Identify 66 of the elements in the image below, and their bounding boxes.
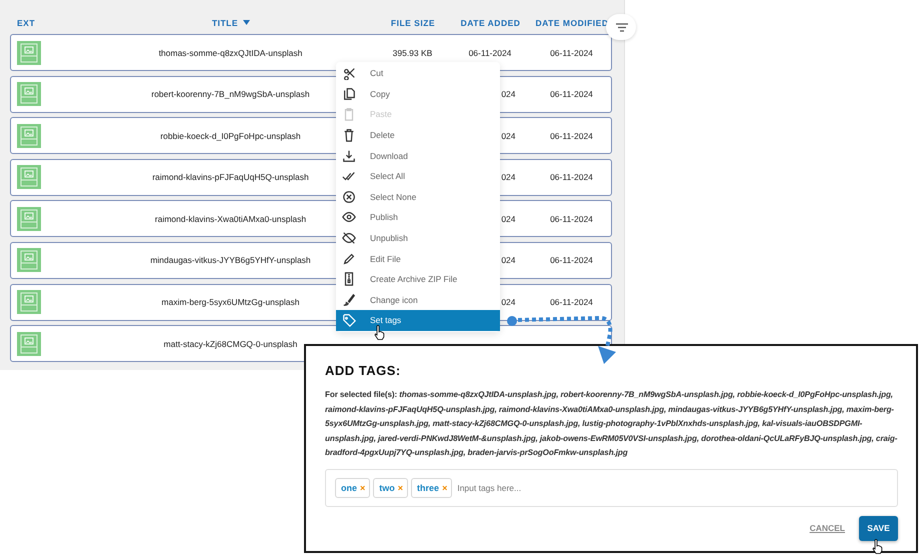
eye-slash-icon <box>342 231 356 246</box>
pencil-icon <box>342 252 356 266</box>
date-added: 06-11-2024 <box>468 48 512 58</box>
file-size: 395.93 KB <box>392 48 432 58</box>
filter-button[interactable] <box>606 14 636 40</box>
menu-item[interactable]: Delete <box>336 124 500 146</box>
date-added: 024 <box>501 297 516 308</box>
image-file-icon <box>16 40 40 64</box>
date-added: 024 <box>501 214 516 224</box>
circle-x-icon <box>342 190 356 204</box>
column-header[interactable]: DATE MODIFIED <box>536 18 608 28</box>
copy-icon <box>342 86 356 101</box>
column-header[interactable]: DATE ADDED <box>460 18 520 28</box>
file-title: maxim-berg-5syx6UMtzGg-unsplash <box>162 297 300 308</box>
download-icon <box>342 148 356 163</box>
file-title: matt-stacy-kZj68CMGQ-0-unsplash <box>164 338 298 349</box>
date-added: 024 <box>501 130 516 141</box>
double-check-icon <box>342 169 356 184</box>
menu-item[interactable]: Change icon <box>336 290 500 310</box>
menu-item[interactable]: Edit File <box>336 248 500 269</box>
file-title: thomas-somme-q8zxQJtIDA-unsplash <box>158 48 302 58</box>
image-file-icon <box>16 124 40 148</box>
file-row[interactable]: thomas-somme-q8zxQJtIDA-unsplash 395.93 KB 06-11-2024 06-11-2024 <box>10 34 612 71</box>
date-modified: 06-11-2024 <box>550 172 593 182</box>
date-added: 024 <box>501 255 516 266</box>
menu-item[interactable]: Select All <box>336 166 500 187</box>
image-file-icon <box>16 290 40 314</box>
eye-icon <box>342 210 356 224</box>
save-button[interactable]: SAVE <box>859 516 898 541</box>
cancel-button[interactable]: CANCEL <box>810 523 845 534</box>
date-added: 024 <box>501 172 516 182</box>
date-modified: 06-11-2024 <box>550 130 593 141</box>
selected-files-text: For selected file(s): thomas-somme-q8zxQJtIDA-unsplash.jpg, robert-koorenny-7B_nM9wgSbA-unsplash.jpg, robbie-koeck-d_I0PgFoHpc-unsplash.jpg, raimond-klavins-pFJFaqUqH5Q-unsplash.jpg, raimond-klavins-Xwa0tiAMxa0-unsplash.jpg, mindaugas-vitkus-JYYB6g5YHfY-unsplash.jpg, maxim-berg-5syx6UMtzGg-unsplash.jpg, matt-stacy-kZj68CMGQ-0-unsplash.jpg, lustig-photography-1vPblXnxhds-unsplash.jpg, kal-visuals-iauOBSDPGMI-unsplash.jpg, jared-verdi-PNKwdJ8WetM-&unsplash.jpg, jakob-owens-EwRM05V0VSI-unsplash.jpg, dorothea-oldani-QcULaRFyBJQ-unsplash.jpg, craig-bradford-4pgxUupj7YQ-unsplash.jpg, braden-jarvis-prSogOoFmkw-unsplash.jpg <box>325 389 898 460</box>
clipboard-icon <box>342 107 356 122</box>
file-title: mindaugas-vitkus-JYYB6g5YHfY-unsplash <box>150 255 311 266</box>
column-header[interactable]: FILE SIZE <box>390 18 436 28</box>
image-file-icon <box>16 165 40 190</box>
file-title: raimond-klavins-pFJFaqUqH5Q-unsplash <box>152 172 309 182</box>
date-modified: 06-11-2024 <box>550 297 593 308</box>
menu-item[interactable]: Copy <box>336 84 500 104</box>
date-modified: 06-11-2024 <box>550 89 593 100</box>
file-title: raimond-klavins-Xwa0tiAMxa0-unsplash <box>154 214 306 224</box>
trash-icon <box>342 128 356 142</box>
brush-icon <box>342 292 356 307</box>
tag-icon <box>342 313 356 328</box>
menu-item[interactable]: Publish <box>336 207 500 228</box>
file-title: robert-koorenny-7B_nM9wgSbA-unsplash <box>151 89 310 100</box>
tag-label: two <box>379 482 395 493</box>
date-modified: 06-11-2024 <box>550 48 593 58</box>
file-title: robbie-koeck-d_I0PgFoHpc-unsplash <box>160 130 301 141</box>
tag-label: one <box>341 482 358 493</box>
image-file-icon <box>16 332 40 356</box>
date-modified: 06-11-2024 <box>550 255 593 266</box>
date-modified: 06-11-2024 <box>550 214 593 224</box>
image-file-icon <box>16 206 40 231</box>
dialog-title: ADD TAGS: <box>325 363 402 378</box>
scissors-icon <box>342 66 356 80</box>
zip-file-icon <box>342 272 356 286</box>
image-file-icon <box>16 248 40 272</box>
menu-item[interactable]: Set tags <box>336 310 500 331</box>
filter-icon <box>616 22 628 32</box>
tag-label: three <box>417 482 440 493</box>
column-header[interactable]: EXT <box>17 18 36 28</box>
column-header[interactable]: TITLE <box>212 18 238 28</box>
date-added: 024 <box>501 89 516 100</box>
image-file-icon <box>16 82 40 106</box>
